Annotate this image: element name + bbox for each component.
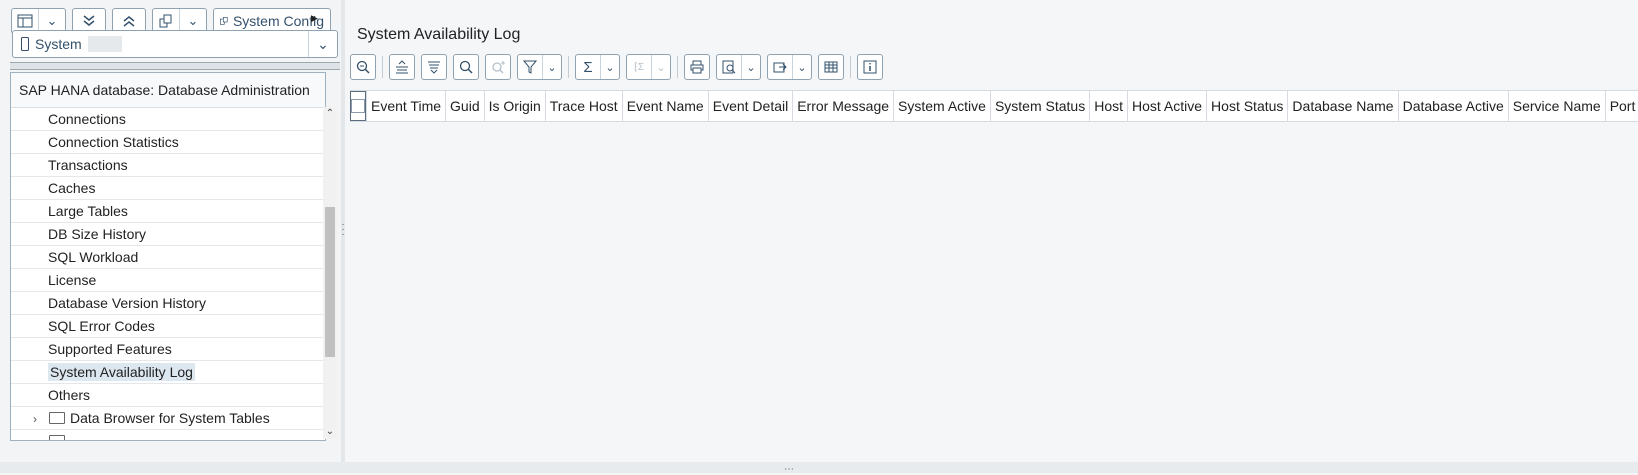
info-icon[interactable]	[858, 55, 882, 79]
tree-item-label: Caches	[48, 180, 96, 196]
tree-item[interactable]: License	[11, 269, 325, 292]
column-header[interactable]: Event Time	[366, 91, 445, 121]
zoom-icon[interactable]	[351, 55, 375, 79]
tree-item[interactable]: Connection Statistics	[11, 131, 325, 154]
content-pane: System Availability Log ⌄ Σ ⌄ ⁅Σ ⌄ ⌄ ⌄ E…	[345, 0, 1638, 473]
navigation-pane: ⌄ ⌄ System Config ▶ System ⌄ SAP HANA da…	[0, 0, 341, 473]
tree-item-label: Connections	[48, 111, 126, 127]
config-icon	[220, 17, 228, 25]
select-all-checkbox[interactable]	[350, 91, 366, 121]
alv-toolbar: ⌄ Σ ⌄ ⁅Σ ⌄ ⌄ ⌄	[350, 54, 883, 80]
chevron-down-icon[interactable]: ⌄	[741, 55, 760, 79]
system-selector-label: System	[35, 36, 82, 52]
export-icon[interactable]	[768, 55, 792, 79]
tree-item-label: Data Browser for System Tables	[70, 410, 270, 426]
data-grid: Event Time Guid Is Origin Trace Host Event N…	[350, 90, 1638, 462]
filter-icon[interactable]	[518, 55, 542, 79]
tree-item-label: Large Tables	[48, 203, 128, 219]
column-header[interactable]: Host Active	[1127, 91, 1206, 121]
tree-item[interactable]: Connections	[11, 108, 325, 131]
sort-ascending-icon[interactable]	[390, 55, 414, 79]
tree-item-label: License	[48, 272, 97, 288]
column-header[interactable]: Is Origin	[483, 91, 545, 121]
tree-item-label: System Availability Log	[48, 363, 195, 381]
column-header[interactable]: Event Detail	[707, 91, 792, 121]
chevron-down-icon[interactable]: ⌄	[600, 55, 619, 79]
tree-partial-item[interactable]: ›	[11, 430, 325, 440]
tree-item[interactable]: Large Tables	[11, 200, 325, 223]
chevron-down-icon: ⌄	[651, 55, 670, 79]
column-header[interactable]: Host Status	[1206, 91, 1287, 121]
grid-layout-icon[interactable]	[819, 55, 843, 79]
column-header[interactable]: Port	[1604, 91, 1638, 121]
scrollbar-thumb[interactable]	[325, 207, 335, 357]
column-header[interactable]: Database Active	[1397, 91, 1508, 121]
views-icon[interactable]	[717, 55, 741, 79]
tree-item-label: Supported Features	[48, 341, 172, 357]
column-header[interactable]: Guid	[445, 91, 484, 121]
chevron-right-icon[interactable]: ›	[33, 431, 47, 440]
navigation-tree: SAP HANA database: Database Administrati…	[10, 72, 326, 441]
toolbar-separator	[382, 56, 383, 78]
tree-item-label: Database Version History	[48, 295, 206, 311]
toolbar-separator	[568, 56, 569, 78]
horizontal-splitter[interactable]	[10, 62, 340, 70]
chevron-down-icon[interactable]: ⌄	[542, 55, 561, 79]
system-id-field	[87, 36, 122, 52]
find-next-icon	[486, 55, 510, 79]
tree-item[interactable]: Transactions	[11, 154, 325, 177]
folder-icon	[49, 412, 65, 424]
column-header[interactable]: Database Name	[1287, 91, 1397, 121]
toolbar-separator	[850, 56, 851, 78]
find-icon[interactable]	[454, 55, 478, 79]
chevron-down-icon[interactable]: ⌄	[308, 31, 337, 57]
phone-icon	[21, 37, 29, 51]
tree-item[interactable]: Supported Features	[11, 338, 325, 361]
tree-folder-item[interactable]: › Data Browser for System Tables	[11, 407, 325, 430]
scroll-up-icon[interactable]: ⌃	[323, 107, 337, 121]
column-header[interactable]: Trace Host	[544, 91, 622, 121]
tree-item[interactable]: Others	[11, 384, 325, 407]
column-header[interactable]: System Status	[989, 91, 1089, 121]
column-header[interactable]: Service Name	[1507, 91, 1605, 121]
sum-icon[interactable]: Σ	[576, 55, 600, 79]
tree-item[interactable]: DB Size History	[11, 223, 325, 246]
folder-icon	[49, 435, 65, 440]
scroll-down-icon[interactable]: ⌄	[323, 425, 337, 439]
tree-item-label: Connection Statistics	[48, 134, 179, 150]
tree-header: SAP HANA database: Database Administrati…	[11, 73, 325, 108]
tree-item[interactable]: Database Version History	[11, 292, 325, 315]
tree-item[interactable]: SQL Error Codes	[11, 315, 325, 338]
tree-item-label: SQL Workload	[48, 249, 139, 265]
page-title: System Availability Log	[357, 26, 521, 43]
sort-descending-icon[interactable]	[422, 55, 446, 79]
print-icon[interactable]	[685, 55, 709, 79]
tree-item[interactable]: System Availability Log	[11, 361, 325, 384]
chevron-right-icon[interactable]: ›	[33, 408, 47, 430]
more-arrow-icon[interactable]: ▶	[311, 13, 318, 24]
tree-item-label: Others	[48, 387, 91, 403]
bottom-splitter[interactable]: ⋯	[0, 462, 1638, 475]
tree-item[interactable]: Caches	[11, 177, 325, 200]
subtotal-icon: ⁅Σ	[633, 61, 645, 73]
toolbar-separator	[677, 56, 678, 78]
tree-item-label: SQL Error Codes	[48, 318, 155, 334]
tree-item-label: DB Size History	[48, 226, 147, 242]
grid-header: Event Time Guid Is Origin Trace Host Event N…	[350, 90, 1638, 122]
column-header[interactable]: Error Message	[792, 91, 893, 121]
chevron-down-icon[interactable]: ⌄	[792, 55, 811, 79]
splitter-grip-icon[interactable]: ⋯	[784, 464, 794, 475]
tree-item[interactable]: SQL Workload	[11, 246, 325, 269]
column-header[interactable]: Event Name	[621, 91, 708, 121]
column-header[interactable]: System Active	[893, 91, 990, 121]
column-header[interactable]: Host	[1089, 91, 1127, 121]
tree-item-label: Transactions	[48, 157, 128, 173]
system-selector[interactable]: System ⌄	[12, 30, 338, 58]
tree-scrollbar[interactable]: ⌃ ⌄	[323, 107, 337, 439]
